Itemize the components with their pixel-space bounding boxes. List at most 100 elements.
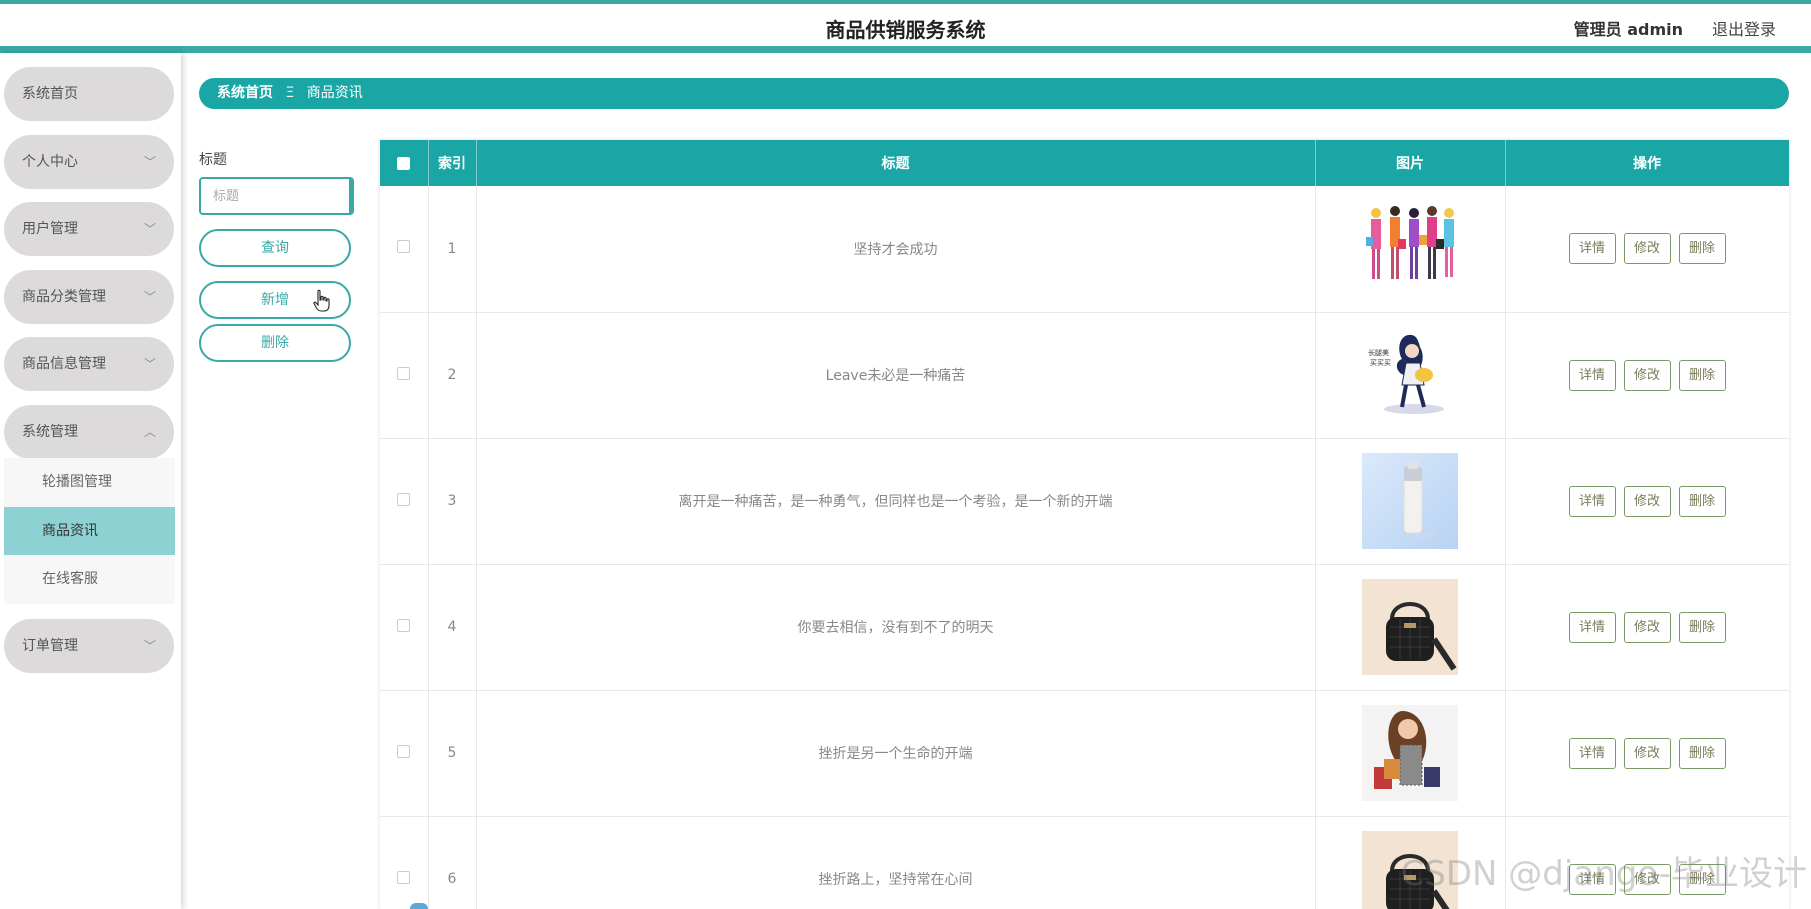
detail-button[interactable]: 详情 — [1568, 611, 1616, 643]
sidebar-item-label: 商品分类管理 — [22, 289, 106, 305]
table-row: 4 你要去相信，没有到不了的明天 详情 修改 删除 — [380, 564, 1789, 691]
sidebar-item-category-management[interactable]: 商品分类管理 ﹀ — [4, 270, 174, 324]
sidebar: 系统首页 个人中心 ﹀ 用户管理 ﹀ 商品分类管理 ﹀ 商品信息管理 ﹀ 系统管… — [0, 53, 181, 909]
row-index: 6 — [428, 816, 477, 909]
row-checkbox[interactable] — [397, 744, 411, 758]
delete-button[interactable]: 删除 — [1678, 863, 1726, 895]
detail-button[interactable]: 详情 — [1568, 737, 1616, 769]
submenu-item-support[interactable]: 在线客服 — [4, 555, 175, 603]
column-header-index: 索引 — [428, 140, 477, 186]
sidebar-item-personal-center[interactable]: 个人中心 ﹀ — [4, 135, 174, 189]
column-header-title: 标题 — [476, 140, 1316, 186]
row-actions: 详情 修改 删除 — [1505, 186, 1789, 313]
row-image-cell — [1315, 186, 1506, 313]
detail-button[interactable]: 详情 — [1568, 863, 1616, 895]
submenu-item-label: 在线客服 — [42, 571, 98, 587]
submenu: 轮播图管理 商品资讯 在线客服 — [4, 458, 175, 604]
row-title: 你要去相信，没有到不了的明天 — [476, 564, 1316, 691]
row-title: Leave未必是一种痛苦 — [476, 312, 1316, 439]
admin-label: 管理员 admin — [1573, 20, 1683, 39]
row-select-cell[interactable] — [380, 312, 429, 439]
sidebar-item-label: 系统管理 — [22, 424, 78, 440]
woman-shopping-bags-image — [1362, 705, 1458, 801]
row-select-cell[interactable] — [380, 690, 429, 817]
row-checkbox[interactable] — [397, 366, 411, 380]
sidebar-item-label: 个人中心 — [22, 154, 78, 170]
search-input[interactable] — [199, 177, 354, 215]
row-title: 挫折是另一个生命的开端 — [476, 690, 1316, 817]
detail-button[interactable]: 详情 — [1568, 359, 1616, 391]
svg-text:买买买: 买买买 — [1370, 359, 1391, 367]
top-header: 商品供销服务系统 管理员 admin 退出登录 — [0, 0, 1811, 53]
select-all-checkbox[interactable] — [397, 156, 411, 170]
cosmetic-bottle-image — [1362, 453, 1458, 549]
sidebar-item-user-management[interactable]: 用户管理 ﹀ — [4, 202, 174, 256]
row-image-cell: 长腿美 买买买 — [1315, 312, 1506, 439]
table-row: 5 挫折是另一个生命的开端 详情 修改 删除 — [380, 690, 1789, 817]
breadcrumb-current: 商品资讯 — [306, 85, 363, 101]
row-actions: 详情 修改 删除 — [1505, 816, 1789, 909]
submenu-item-carousel[interactable]: 轮播图管理 — [4, 458, 175, 506]
table-row: 3 离开是一种痛苦，是一种勇气，但同样也是一个考验，是一个新的开端 详情 修改 删除 — [380, 438, 1789, 565]
submenu-item-news[interactable]: 商品资讯 — [4, 507, 175, 555]
row-actions: 详情 修改 删除 — [1505, 438, 1789, 565]
row-title: 离开是一种痛苦，是一种勇气，但同样也是一个考验，是一个新的开端 — [476, 438, 1316, 565]
edit-button[interactable]: 修改 — [1623, 611, 1671, 643]
row-checkbox[interactable] — [397, 492, 411, 506]
row-actions: 详情 修改 删除 — [1505, 564, 1789, 691]
hand-cursor-icon — [313, 289, 330, 312]
girl-with-bag-image: 长腿美买买买 — [1362, 327, 1458, 423]
row-image-cell — [1315, 816, 1506, 909]
scroll-indicator[interactable] — [410, 903, 428, 909]
breadcrumb-home[interactable]: 系统首页 — [217, 85, 273, 101]
row-checkbox[interactable] — [397, 870, 411, 884]
delete-button[interactable]: 删除 — [1678, 485, 1726, 517]
query-button[interactable]: 查询 — [199, 229, 351, 267]
delete-button[interactable]: 删除 — [1678, 737, 1726, 769]
row-select-cell[interactable] — [380, 564, 429, 691]
delete-button[interactable]: 删除 — [1678, 233, 1726, 265]
edit-button[interactable]: 修改 — [1623, 737, 1671, 769]
select-all-cell[interactable] — [380, 140, 429, 186]
shopping-women-image — [1362, 200, 1458, 297]
app-title: 商品供销服务系统 — [825, 18, 986, 42]
detail-button[interactable]: 详情 — [1568, 233, 1616, 265]
black-handbag-image — [1362, 831, 1458, 909]
row-image-cell — [1315, 564, 1506, 691]
edit-button[interactable]: 修改 — [1623, 359, 1671, 391]
sidebar-item-product-info[interactable]: 商品信息管理 ﹀ — [4, 337, 174, 391]
edit-button[interactable]: 修改 — [1623, 233, 1671, 265]
detail-button[interactable]: 详情 — [1568, 485, 1616, 517]
delete-button[interactable]: 删除 — [1678, 359, 1726, 391]
edit-button[interactable]: 修改 — [1623, 485, 1671, 517]
data-table: 索引 标题 图片 操作 1 坚持才会成功 详情 修改 删除 2 Leave未必是一种痛苦 长腿… — [380, 140, 1789, 909]
sidebar-item-label: 订单管理 — [22, 638, 78, 654]
row-actions: 详情 修改 删除 — [1505, 312, 1789, 439]
row-index: 4 — [428, 564, 477, 691]
table-header-row: 索引 标题 图片 操作 — [380, 140, 1789, 186]
sidebar-item-home[interactable]: 系统首页 — [4, 67, 174, 121]
sidebar-item-system-management[interactable]: 系统管理 ︿ — [4, 405, 174, 459]
black-handbag-image — [1362, 579, 1458, 675]
edit-button[interactable]: 修改 — [1623, 863, 1671, 895]
sidebar-item-orders[interactable]: 订单管理 ﹀ — [4, 619, 174, 673]
sidebar-item-label: 用户管理 — [22, 221, 78, 237]
row-index: 3 — [428, 438, 477, 565]
row-select-cell[interactable] — [380, 186, 429, 313]
breadcrumb: 系统首页 Ξ 商品资讯 — [199, 78, 1789, 109]
breadcrumb-separator: Ξ — [285, 85, 295, 101]
row-select-cell[interactable] — [380, 816, 429, 909]
search-label: 标题 — [199, 152, 227, 168]
logout-link[interactable]: 退出登录 — [1712, 16, 1776, 40]
row-select-cell[interactable] — [380, 438, 429, 565]
chevron-down-icon: ﹀ — [143, 290, 156, 304]
table-row: 6 挫折路上，坚持常在心间 详情 修改 删除 — [380, 816, 1789, 909]
row-checkbox[interactable] — [397, 618, 411, 632]
chevron-down-icon: ﹀ — [143, 222, 156, 236]
batch-delete-button[interactable]: 删除 — [199, 324, 351, 362]
sidebar-item-label: 系统首页 — [22, 86, 78, 102]
svg-text:长腿美: 长腿美 — [1368, 348, 1389, 357]
delete-button[interactable]: 删除 — [1678, 611, 1726, 643]
row-checkbox[interactable] — [397, 240, 411, 254]
sidebar-item-label: 商品信息管理 — [22, 356, 106, 372]
